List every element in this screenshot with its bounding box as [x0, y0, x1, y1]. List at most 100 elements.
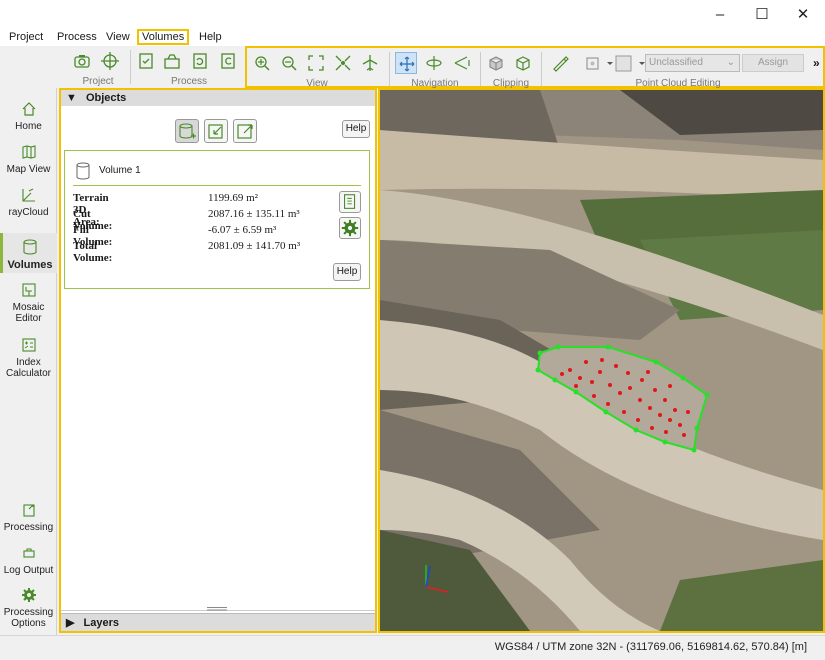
process-step-icon[interactable] [135, 50, 157, 72]
clip-box-edit-icon[interactable] [512, 52, 534, 74]
raycloud-viewport[interactable] [378, 88, 825, 633]
menu-bar: Project Process View Volumes Help [0, 28, 825, 46]
fly-view-icon[interactable] [359, 52, 381, 74]
camera-icon[interactable] [71, 50, 93, 72]
toolbar-highlight-region: View Navigation Clipping Unclassified ⌄ … [245, 46, 825, 90]
zoom-out-icon[interactable] [278, 52, 300, 74]
total-volume-value: 2081.09 ± 141.70 m³ [208, 240, 301, 252]
toolbar-group-view: View [247, 48, 387, 90]
coordinate-readout: WGS84 / UTM zone 32N - (311769.06, 51698… [494, 641, 807, 653]
minimize-button[interactable]: – [705, 4, 735, 26]
status-bar: WGS84 / UTM zone 32N - (311769.06, 51698… [0, 635, 825, 660]
toolbar-group-project: Project [67, 46, 129, 88]
new-volume-button[interactable] [175, 119, 199, 143]
nav-processing[interactable]: Processing [0, 501, 57, 533]
nav-raycloud[interactable]: rayCloud [0, 186, 57, 218]
process-refresh-icon[interactable] [217, 50, 239, 72]
log-icon [22, 548, 35, 558]
menu-process[interactable]: Process [54, 29, 100, 45]
crosshair-icon[interactable] [99, 50, 121, 72]
terrain-area-value: 1199.69 m² [208, 192, 258, 204]
nav-volumes[interactable]: Volumes [0, 233, 57, 273]
maximize-button[interactable]: ☐ [747, 4, 777, 26]
export-volume-button[interactable] [233, 119, 257, 143]
zoom-fit-icon[interactable] [305, 52, 327, 74]
layers-panel-header[interactable]: ▶ Layers [61, 613, 375, 631]
splitter-handle[interactable] [205, 603, 229, 611]
orbit-nav-icon[interactable] [423, 52, 445, 74]
expand-triangle-icon: ▶ [66, 617, 75, 629]
terrain-image [380, 90, 823, 631]
zoom-in-icon[interactable] [251, 52, 273, 74]
edit-pencil-icon[interactable] [549, 52, 571, 74]
menu-volumes[interactable]: Volumes [137, 29, 190, 45]
assign-button[interactable]: Assign [742, 54, 804, 72]
mosaic-icon [21, 283, 36, 297]
process-open-icon[interactable] [161, 50, 183, 72]
gear-icon [21, 588, 36, 602]
volume-name[interactable]: Volume 1 [99, 165, 141, 176]
toolbar-group-clipping: Clipping [482, 48, 540, 90]
copy-button[interactable] [339, 191, 361, 213]
nav-log-output[interactable]: Log Output [0, 544, 57, 576]
home-icon [22, 102, 35, 116]
calculator-icon [21, 338, 36, 352]
nav-home-label: Home [15, 121, 42, 132]
toolbar-divider [541, 52, 542, 86]
volume-cylinder-icon [75, 162, 91, 180]
objects-panel-header[interactable]: ▼ Objects [61, 90, 375, 106]
menu-project[interactable]: Project [6, 29, 46, 45]
chevron-down-icon[interactable] [599, 52, 613, 74]
fill-volume-value: -6.07 ± 6.59 m³ [208, 224, 277, 236]
layers-header-label: Layers [83, 617, 120, 629]
nav-index-calculator-label: Index Calculator [5, 357, 52, 379]
nav-raycloud-label: rayCloud [8, 207, 49, 218]
menu-help[interactable]: Help [196, 29, 225, 45]
class-select-value: Unclassified [649, 57, 703, 68]
title-bar: – ☐ ✕ [0, 0, 825, 30]
toolbar-divider [130, 50, 131, 84]
nav-map-view-label: Map View [6, 164, 51, 175]
process-reset-icon[interactable] [189, 50, 211, 72]
clip-box-icon[interactable] [485, 52, 507, 74]
export-icon [237, 124, 253, 139]
nav-processing-options-label: Processing Options [3, 607, 54, 629]
trackball-nav-icon[interactable] [451, 52, 473, 74]
volume-help-button[interactable]: Help [333, 263, 361, 281]
nav-processing-options[interactable]: Processing Options [0, 586, 57, 629]
left-navigation: Home Map View rayCloud Volumes Mosaic Ed… [0, 88, 57, 635]
zoom-center-icon[interactable] [332, 52, 354, 74]
volume-settings-button[interactable] [339, 217, 361, 239]
toolbar-group-label: Process [170, 76, 208, 87]
cut-volume-value: 2087.16 ± 135.11 m³ [208, 208, 300, 220]
nav-mosaic-editor[interactable]: Mosaic Editor [0, 281, 57, 324]
toolbar-group-navigation: Navigation [391, 48, 479, 90]
objects-help-button[interactable]: Help [342, 120, 370, 138]
nav-home[interactable]: Home [0, 100, 57, 132]
menu-view[interactable]: View [103, 29, 133, 45]
class-select[interactable]: Unclassified ⌄ [645, 54, 740, 72]
nav-index-calculator[interactable]: Index Calculator [0, 336, 57, 379]
nav-volumes-label: Volumes [7, 259, 53, 271]
toolbar-overflow-button[interactable]: » [813, 56, 820, 70]
collapse-triangle-icon: ▼ [66, 92, 77, 104]
toolbar-divider [389, 52, 390, 86]
nav-processing-label: Processing [3, 522, 54, 533]
nav-mosaic-editor-label: Mosaic Editor [12, 302, 45, 324]
pan-nav-icon[interactable] [395, 52, 417, 74]
volume-cylinder-icon [23, 239, 37, 255]
toolbar: Project Process View Navigation Clipping… [59, 46, 825, 90]
processing-icon [22, 504, 35, 517]
toolbar-divider [480, 52, 481, 86]
chevron-down-icon[interactable] [631, 52, 645, 74]
gear-icon [341, 219, 359, 237]
raycloud-icon [21, 188, 35, 202]
objects-header-label: Objects [85, 92, 127, 104]
objects-panel: ▼ Objects Help Volume 1 Terrain 3D Area:… [59, 88, 377, 633]
close-button[interactable]: ✕ [788, 4, 818, 26]
toolbar-group-process: Process [133, 46, 245, 88]
nav-map-view[interactable]: Map View [0, 143, 57, 175]
volume-card: Volume 1 Terrain 3D Area: 1199.69 m² Cut… [64, 150, 370, 289]
import-volume-button[interactable] [204, 119, 228, 143]
import-icon [208, 124, 223, 139]
